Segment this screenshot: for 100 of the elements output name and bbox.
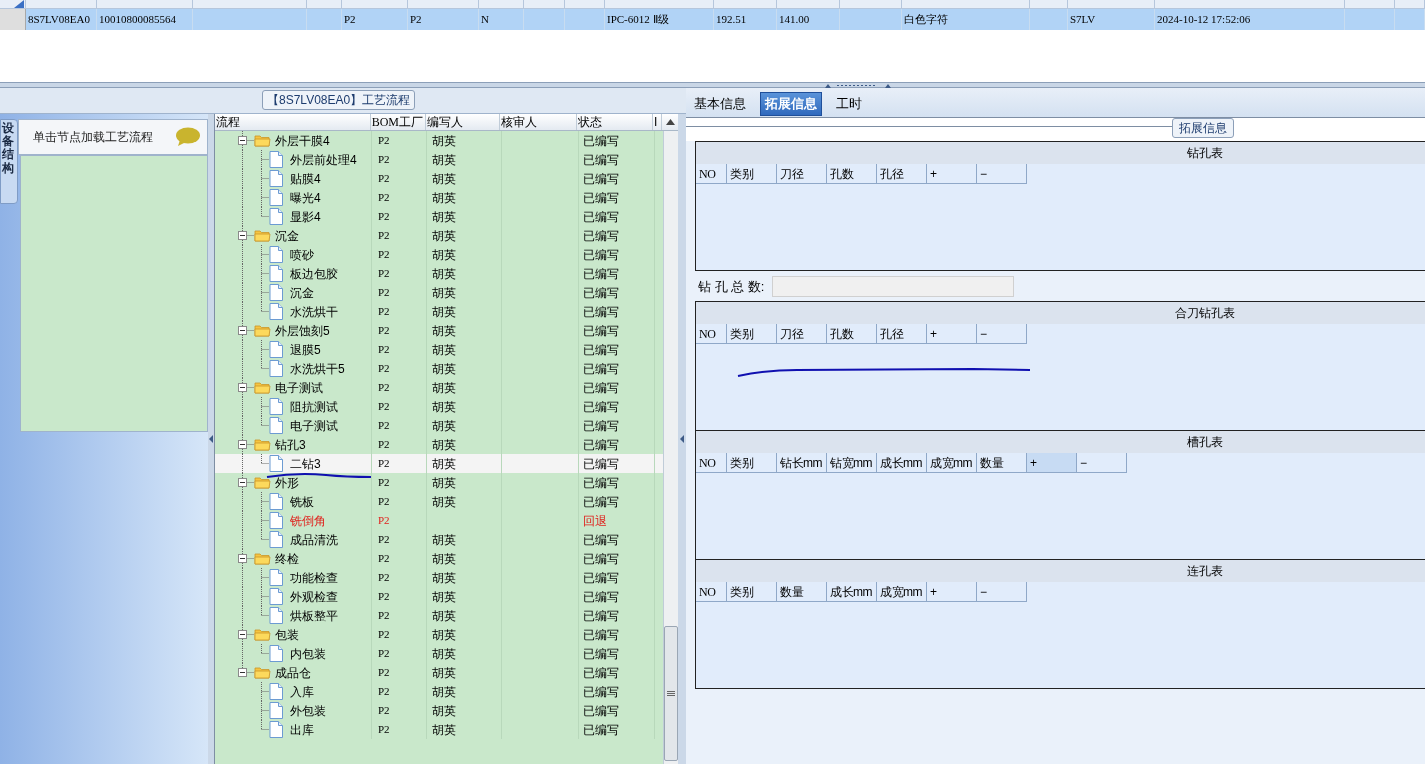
column-header[interactable]: + [927, 324, 977, 344]
document-icon [269, 208, 283, 225]
tree-node-label[interactable]: 喷砂 [290, 245, 314, 264]
tree-node-label[interactable]: 外形 [275, 473, 299, 492]
tree-node-label[interactable]: 外观检查 [290, 587, 338, 606]
column-header[interactable]: 成宽mm [927, 453, 977, 473]
column-header[interactable]: 刀径 [777, 164, 827, 184]
column-header[interactable]: 孔数 [827, 324, 877, 344]
tree-node-label[interactable]: 烘板整平 [290, 606, 338, 625]
table-cell-text: P2 [378, 532, 390, 548]
tab[interactable]: 基本信息 [690, 92, 750, 116]
tree-node-label[interactable]: 板边包胶 [290, 264, 338, 283]
document-icon [269, 702, 283, 719]
tree-node-label[interactable]: 贴膜4 [290, 169, 321, 188]
tree-node-label[interactable]: 曝光4 [290, 188, 321, 207]
scrollbar-thumb[interactable] [664, 626, 678, 761]
column-header[interactable]: − [1077, 453, 1127, 473]
column-header[interactable]: I [654, 113, 658, 131]
table-cell-text: 胡英 [432, 151, 456, 169]
column-header[interactable]: 孔数 [827, 164, 877, 184]
column-header[interactable]: NO [696, 324, 727, 344]
column-header[interactable]: 数量 [777, 582, 827, 602]
collapse-toggle[interactable] [238, 554, 247, 563]
tree-node-label[interactable]: 成品仓 [275, 663, 311, 682]
collapse-toggle[interactable] [238, 231, 247, 240]
splitter-handle[interactable] [824, 82, 891, 88]
column-header[interactable]: 状态 [578, 113, 603, 131]
column-header[interactable]: 流程 [216, 113, 240, 131]
tree-node-label[interactable]: 沉金 [275, 226, 299, 245]
scroll-up-icon[interactable] [665, 119, 675, 125]
table-cell-text: 胡英 [432, 360, 456, 378]
column-header[interactable]: − [977, 164, 1027, 184]
column-header[interactable]: 刀径 [777, 324, 827, 344]
tree-node-label[interactable]: 水洗烘干 [290, 302, 338, 321]
collapse-toggle[interactable] [238, 383, 247, 392]
collapse-toggle[interactable] [238, 668, 247, 677]
tree-node-label[interactable]: 功能检查 [290, 568, 338, 587]
column-header[interactable]: 钻宽mm [827, 453, 877, 473]
collapse-arrow-icon[interactable] [680, 435, 684, 443]
column-header[interactable]: 类别 [727, 164, 777, 184]
column-header[interactable]: NO [696, 582, 727, 602]
row-header[interactable] [0, 9, 26, 30]
column-header[interactable]: 钻长mm [777, 453, 827, 473]
tree-node-label[interactable]: 阻抗测试 [290, 397, 338, 416]
column-header[interactable]: 成长mm [827, 582, 877, 602]
column-header[interactable]: 核审人 [501, 113, 538, 131]
tree-node-label[interactable]: 入库 [290, 682, 314, 701]
tree-node-label[interactable]: 出库 [290, 720, 314, 739]
table-row[interactable]: 8S7LV08EA0 10010800085564 P2 P2 N IPC-6012 Ⅱ级 192.51 141.00 白色字符 S7LV 2024-10-12 17:52:06 [0, 9, 1425, 30]
tree-line [242, 283, 269, 302]
side-tab[interactable]: 设备结构 [0, 119, 18, 204]
tree-node-label[interactable]: 钻孔3 [275, 435, 306, 454]
column-header[interactable]: 类别 [727, 324, 777, 344]
column-header[interactable]: + [927, 582, 977, 602]
tree-node-label[interactable]: 外层干膜4 [275, 131, 330, 150]
tree-node-label[interactable]: 水洗烘干5 [290, 359, 345, 378]
collapse-arrow-icon[interactable] [209, 435, 213, 443]
column-header[interactable]: + [927, 164, 977, 184]
tree-node-label[interactable]: 外层蚀刻5 [275, 321, 330, 340]
table-cell-text: P2 [378, 684, 390, 700]
tree-node-label[interactable]: 成品清洗 [290, 530, 338, 549]
tree-node-label[interactable]: 电子测试 [275, 378, 323, 397]
column-header[interactable]: NO [696, 453, 727, 473]
column-header[interactable]: 类别 [727, 453, 777, 473]
tab[interactable]: 工时 [832, 92, 866, 116]
tree-node-label[interactable]: 外包装 [290, 701, 326, 720]
collapse-toggle[interactable] [238, 440, 247, 449]
collapse-toggle[interactable] [238, 630, 247, 639]
column-header[interactable]: 类别 [727, 582, 777, 602]
tree-node-label[interactable]: 二钻3 [290, 454, 321, 473]
column-header[interactable]: − [977, 582, 1027, 602]
column-header[interactable]: 孔径 [877, 164, 927, 184]
tree-node-label[interactable]: 显影4 [290, 207, 321, 226]
collapse-toggle[interactable] [238, 326, 247, 335]
column-header[interactable]: NO [696, 164, 727, 184]
table-cell-text: P2 [378, 323, 390, 339]
column-header[interactable]: 成宽mm [877, 582, 927, 602]
column-header[interactable]: 孔径 [877, 324, 927, 344]
column-header[interactable]: + [1027, 453, 1077, 473]
tab[interactable]: 拓展信息 [760, 92, 822, 116]
collapse-toggle[interactable] [238, 478, 247, 487]
collapse-toggle[interactable] [238, 136, 247, 145]
tree-node-label[interactable]: 内包装 [290, 644, 326, 663]
input-field[interactable] [772, 276, 1015, 297]
tree-node-label[interactable]: 终检 [275, 549, 299, 568]
column-header[interactable]: − [977, 324, 1027, 344]
column-header[interactable]: BOM工厂 [371, 113, 423, 131]
tree-node-label[interactable]: 电子测试 [290, 416, 338, 435]
tree-node-label[interactable]: 包装 [275, 625, 299, 644]
column-header[interactable]: 编写人 [426, 113, 463, 131]
tree-node-label[interactable]: 铣板 [290, 492, 314, 511]
column-header[interactable]: 数量 [977, 453, 1027, 473]
table-cell-text: P2 [378, 494, 390, 510]
tree-node-label[interactable]: 外层前处理4 [290, 150, 357, 169]
tree-node-label[interactable]: 退膜5 [290, 340, 321, 359]
table-cell-text: P2 [378, 551, 390, 567]
tree-node-label[interactable]: 铣倒角 [290, 511, 326, 530]
table-cell-text: P2 [378, 380, 390, 396]
tree-node-label[interactable]: 沉金 [290, 283, 314, 302]
column-header[interactable]: 成长mm [877, 453, 927, 473]
